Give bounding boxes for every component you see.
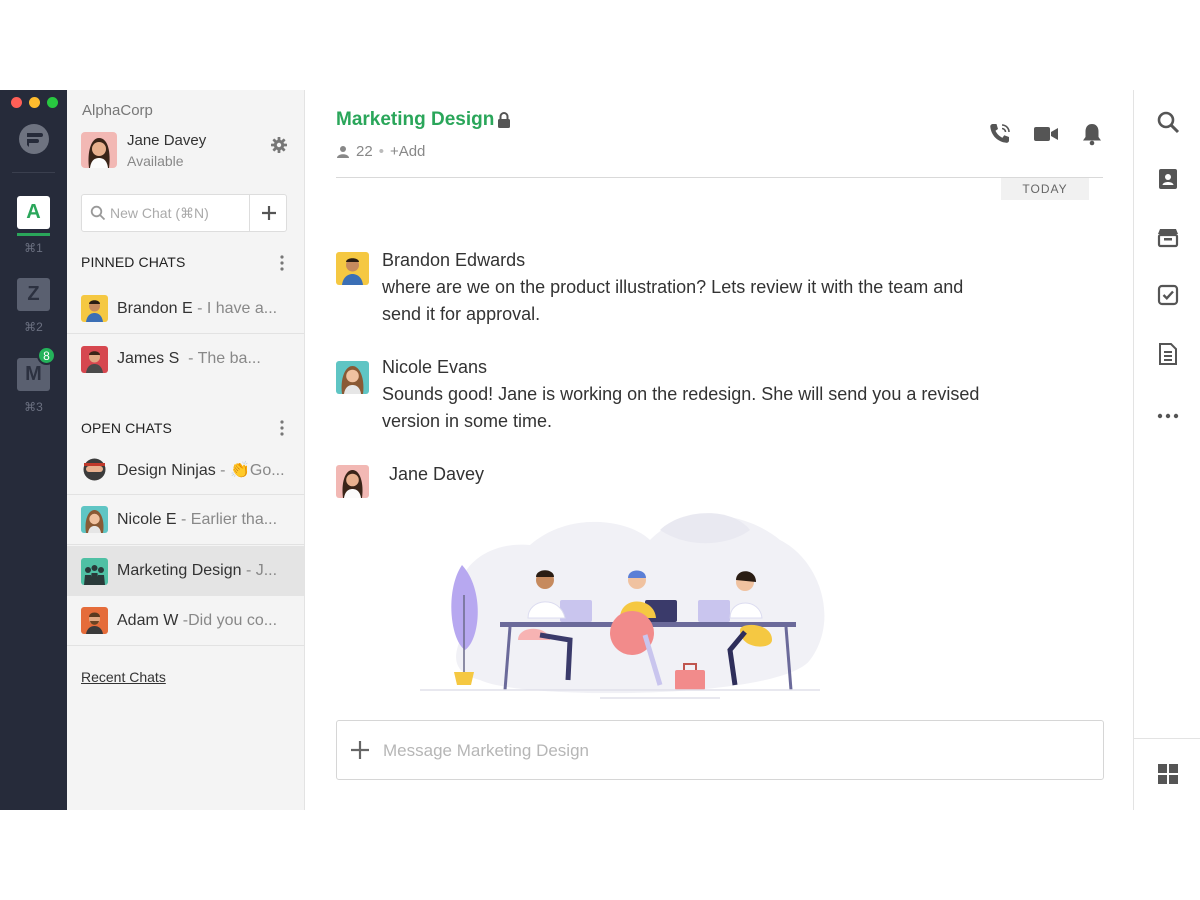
- chat-sidebar: AlphaCorp Jane Davey Available New Chat …: [67, 90, 305, 810]
- recent-chats-link[interactable]: Recent Chats: [81, 669, 166, 685]
- person-icon: [337, 145, 349, 158]
- open-chat-design-ninjas[interactable]: Design Ninjas - 👏Go...: [67, 445, 304, 495]
- pinned-chats-title: PINNED CHATS: [81, 254, 186, 270]
- message-text: where are we on the product illustration…: [382, 277, 964, 324]
- open-chat-nicole[interactable]: Nicole E - Earlier tha...: [67, 495, 304, 545]
- avatar: [81, 557, 108, 585]
- message-author: Jane Davey: [389, 464, 485, 484]
- message-composer: [336, 720, 1104, 780]
- workspace-m-shortcut: ⌘3: [24, 400, 43, 414]
- notes-icon[interactable]: [1156, 342, 1180, 366]
- avatar: [81, 607, 108, 634]
- chat-preview: - 👏Go...: [220, 461, 285, 479]
- chat-preview: - I have a...: [197, 299, 278, 317]
- window-close-button[interactable]: [11, 97, 22, 108]
- channel-members: 22 • +Add: [336, 143, 425, 160]
- workspace-rail: A ⌘1 Z ⌘2 M 8 ⌘3: [0, 90, 67, 810]
- message-input[interactable]: [383, 739, 1083, 763]
- chat-name: Design Ninjas: [117, 461, 216, 479]
- active-workspace-indicator: [17, 233, 50, 236]
- avatar: [81, 506, 108, 533]
- apps-grid-icon[interactable]: [1156, 762, 1180, 786]
- gear-icon[interactable]: [269, 135, 289, 155]
- avatar[interactable]: [336, 252, 369, 285]
- search-icon: [90, 205, 106, 221]
- window-zoom-button[interactable]: [47, 97, 58, 108]
- pinned-chats-menu-icon[interactable]: [277, 254, 287, 272]
- conversation-pane: Marketing Design 22 • +Add TODAY Brandon…: [305, 90, 1133, 810]
- app-logo-icon[interactable]: [18, 123, 50, 155]
- message-text: Sounds good! Jane is working on the rede…: [382, 384, 980, 431]
- user-status: Available: [127, 153, 184, 169]
- avatar: [81, 295, 108, 322]
- workspace-a-shortcut: ⌘1: [24, 241, 43, 255]
- chat-name: Marketing Design: [117, 562, 242, 579]
- chat-preview: -Did you co...: [182, 611, 278, 629]
- new-chat-search: [81, 194, 287, 232]
- new-chat-input[interactable]: [110, 203, 246, 223]
- open-chats-menu-icon[interactable]: [277, 419, 287, 437]
- org-name: AlphaCorp: [82, 102, 153, 119]
- team-illustration: [400, 500, 840, 705]
- chat-preview: - Earlier tha...: [181, 510, 278, 528]
- contacts-icon[interactable]: [1156, 167, 1180, 191]
- avatar: [81, 345, 108, 373]
- message-author: Brandon Edwards: [382, 250, 526, 270]
- chat-name: Brandon E: [117, 299, 193, 317]
- lock-icon: [497, 111, 511, 129]
- header-divider: [336, 177, 1103, 178]
- chat-preview: - The ba...: [188, 350, 261, 367]
- open-chat-marketing-design[interactable]: Marketing Design - J...: [67, 546, 304, 596]
- add-member-link[interactable]: +Add: [390, 143, 425, 160]
- workspace-z-shortcut: ⌘2: [24, 320, 43, 334]
- plus-icon[interactable]: [349, 739, 371, 761]
- avatar[interactable]: [336, 361, 369, 394]
- open-chat-adam[interactable]: Adam W -Did you co...: [67, 596, 304, 646]
- workspace-a-button[interactable]: A: [17, 196, 50, 229]
- right-toolbar: [1133, 90, 1200, 810]
- pinned-chat-james[interactable]: James S - The ba...: [67, 334, 304, 384]
- open-chats-title: OPEN CHATS: [81, 420, 172, 436]
- phone-icon[interactable]: [987, 121, 1013, 147]
- archive-icon[interactable]: [1156, 225, 1180, 249]
- window-minimize-button[interactable]: [29, 97, 40, 108]
- chat-name: Nicole E: [117, 510, 177, 528]
- chat-preview: - J...: [245, 562, 278, 579]
- avatar: [81, 456, 108, 483]
- app-window: A ⌘1 Z ⌘2 M 8 ⌘3 AlphaCorp Jane Davey Av…: [0, 90, 1200, 810]
- tasks-icon[interactable]: [1156, 283, 1180, 307]
- chat-name: James S: [117, 350, 180, 367]
- add-chat-button[interactable]: [249, 195, 287, 231]
- toolbar-divider: [1134, 738, 1200, 739]
- chat-name: Adam W: [117, 611, 179, 629]
- bell-icon[interactable]: [1079, 121, 1105, 147]
- message-author: Nicole Evans: [382, 357, 488, 377]
- workspace-z-button[interactable]: Z: [17, 278, 50, 311]
- avatar[interactable]: [336, 465, 369, 498]
- video-icon[interactable]: [1033, 121, 1059, 147]
- member-count: 22: [356, 143, 373, 160]
- search-icon[interactable]: [1156, 110, 1180, 134]
- plus-icon: [261, 206, 276, 220]
- date-divider: TODAY: [1001, 178, 1089, 200]
- user-name: Jane Davey: [127, 132, 207, 149]
- channel-title: Marketing Design: [336, 109, 495, 130]
- unread-badge: 8: [37, 346, 56, 365]
- user-avatar[interactable]: [81, 132, 117, 168]
- more-icon[interactable]: [1156, 404, 1180, 428]
- pinned-chat-brandon[interactable]: Brandon E - I have a...: [67, 284, 304, 334]
